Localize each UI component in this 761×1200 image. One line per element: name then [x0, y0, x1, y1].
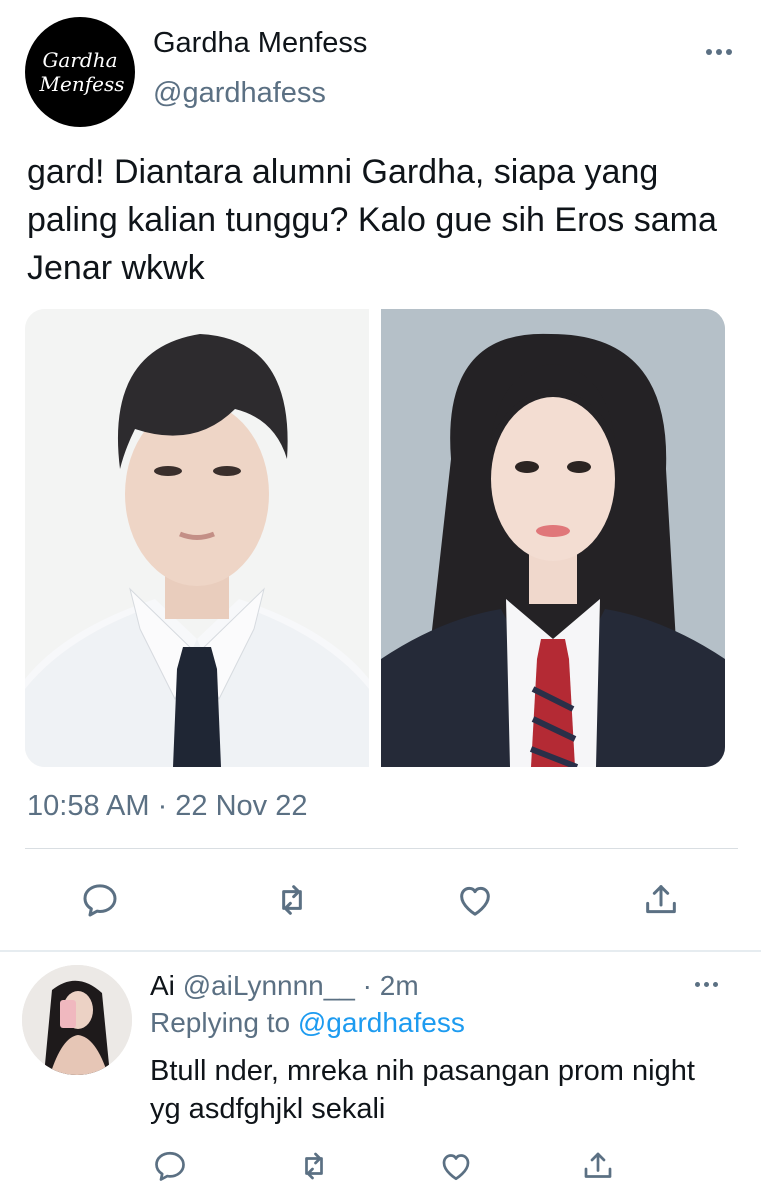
portrait-boy-image [25, 309, 369, 767]
reply-avatar[interactable] [22, 965, 132, 1075]
svg-text:Gardha: Gardha [42, 48, 117, 72]
share-icon[interactable] [641, 880, 681, 920]
replying-to-link[interactable]: @gardhafess [298, 1007, 465, 1038]
tweet-timestamp[interactable]: 10:58 AM · 22 Nov 22 [27, 790, 308, 823]
reply-time: · 2m [362, 970, 419, 1001]
reply-icon[interactable] [152, 1148, 188, 1184]
reply-author-name[interactable]: Ai [150, 970, 175, 1001]
account-handle[interactable]: @gardhafess [153, 77, 326, 110]
portrait-girl-image [381, 309, 725, 767]
retweet-icon[interactable] [272, 880, 312, 920]
reply-icon[interactable] [80, 880, 120, 920]
account-name[interactable]: Gardha Menfess [153, 27, 367, 60]
like-icon[interactable] [438, 1148, 474, 1184]
reply-avatar-image [22, 965, 132, 1075]
gardha-menfess-logo: Gardha Menfess [39, 48, 125, 96]
svg-text:Menfess: Menfess [39, 72, 125, 96]
account-avatar[interactable]: Gardha Menfess [25, 17, 135, 127]
section-divider [0, 950, 761, 952]
reply-text: Btull nder, mreka nih pasangan prom nigh… [150, 1055, 695, 1125]
tweet-photo-right[interactable] [381, 309, 725, 767]
reply-more-options-icon[interactable] [695, 982, 718, 987]
reply-author-handle[interactable]: @aiLynnnn__ [183, 970, 355, 1001]
divider [25, 848, 738, 849]
share-icon[interactable] [580, 1148, 616, 1184]
tweet-photo-left[interactable] [25, 309, 369, 767]
replying-to-label: Replying to [150, 1007, 291, 1038]
replying-to: Replying to @gardhafess [150, 1007, 465, 1039]
reply-meta: Ai @aiLynnnn__ · 2m [150, 970, 419, 1002]
more-options-icon[interactable] [706, 49, 732, 55]
tweet-text: gard! Diantara alumni Gardha, siapa yang… [27, 153, 717, 287]
like-icon[interactable] [455, 880, 495, 920]
retweet-icon[interactable] [296, 1148, 332, 1184]
